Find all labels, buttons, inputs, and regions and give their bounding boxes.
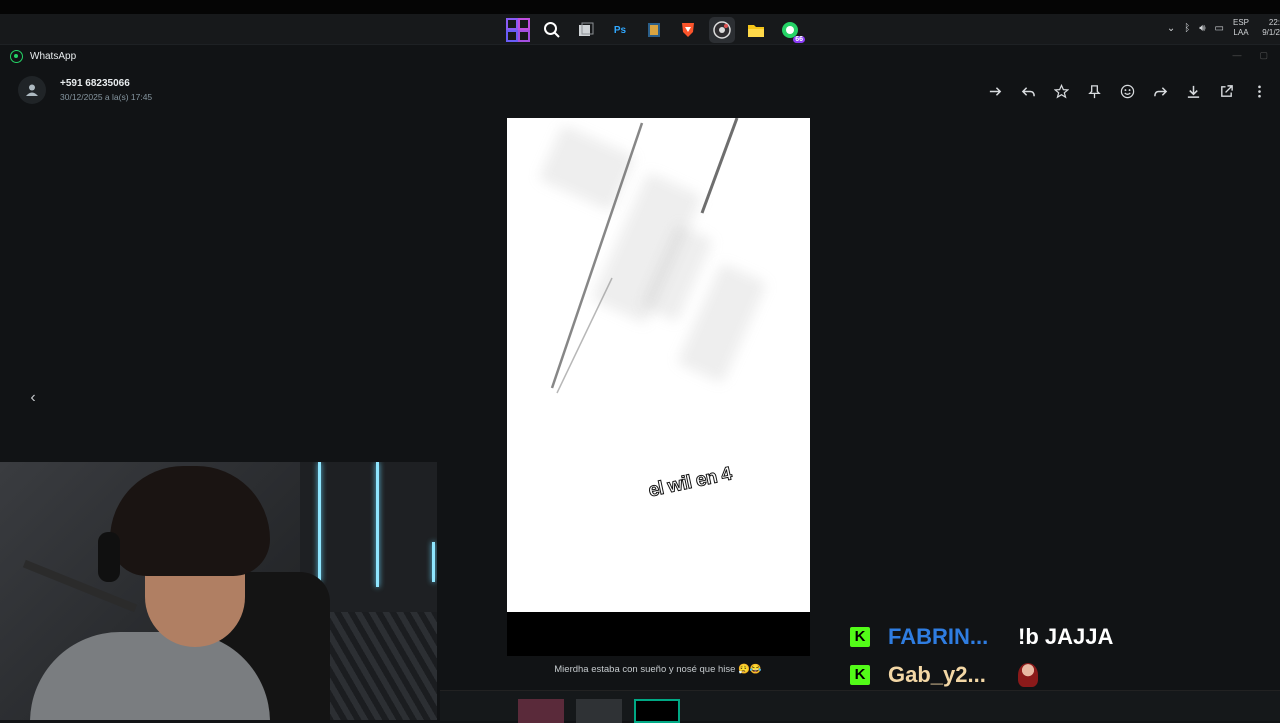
kick-icon: K (850, 665, 870, 685)
photoshop-icon[interactable]: Ps (607, 17, 633, 43)
file-explorer-icon[interactable] (743, 17, 769, 43)
chat-emote-icon (1018, 663, 1038, 687)
media-caption: Mierdha estaba con sueño y nosé que hise… (554, 664, 762, 675)
cam-headset (98, 532, 120, 582)
minimize-icon[interactable]: — (1232, 50, 1241, 61)
media-viewer-header: +591 68235066 30/12/2025 a la(s) 17:45 (18, 76, 152, 104)
media-letterbox (507, 612, 810, 656)
stream-chat-overlay: K FABRIN... !b JAJJA K Gab_y2... (850, 618, 1113, 694)
task-view-icon[interactable] (573, 17, 599, 43)
sender-info: +591 68235066 30/12/2025 a la(s) 17:45 (60, 78, 152, 102)
app-icon[interactable] (641, 17, 667, 43)
media-actions-toolbar (986, 82, 1268, 100)
previous-media-icon[interactable]: ‹ (24, 389, 42, 407)
obs-icon[interactable] (709, 17, 735, 43)
media-thumbnail[interactable] (576, 699, 622, 723)
media-image[interactable] (507, 118, 810, 612)
whatsapp-taskbar-icon[interactable]: 66 (777, 17, 805, 43)
reply-icon[interactable] (1019, 82, 1037, 100)
clock[interactable]: 22: 9/1/2 (1258, 18, 1280, 38)
windows-taskbar: Ps 66 ⌄ ᛒ 🔊︎ ▭ ESP LAA 22: 9/1/2 (0, 0, 1280, 45)
cam-neon-light (376, 462, 379, 587)
app-titlebar: WhatsApp (10, 50, 76, 63)
clock-time: 22: (1268, 18, 1280, 27)
emoji-icon[interactable] (1118, 82, 1136, 100)
clock-date: 9/1/2 (1262, 28, 1280, 37)
media-thumbnail[interactable] (518, 699, 564, 723)
webcam-overlay (0, 462, 437, 720)
unread-badge: 66 (793, 36, 805, 43)
chat-message: K Gab_y2... (850, 656, 1113, 694)
lang-layout: LAA (1233, 28, 1249, 37)
person-icon (26, 84, 38, 96)
volume-icon[interactable]: 🔊︎ (1199, 23, 1205, 34)
media-thumbnail-strip (440, 690, 1280, 723)
avatar[interactable] (18, 76, 46, 104)
chevron-up-icon[interactable]: ⌄ (1167, 23, 1175, 34)
cam-neon-light (318, 462, 321, 582)
forward-icon[interactable] (1151, 82, 1169, 100)
cam-hex-panel (320, 612, 437, 720)
brave-browser-icon[interactable] (675, 17, 701, 43)
media-thumbnail-selected[interactable] (634, 699, 680, 723)
whatsapp-logo-icon (10, 50, 23, 63)
chat-username: Gab_y2... (888, 662, 986, 687)
chat-username: FABRIN... (888, 624, 989, 649)
chat-message: K FABRIN... !b JAJJA (850, 618, 1113, 656)
search-icon[interactable] (539, 17, 565, 43)
lang-code: ESP (1232, 18, 1249, 27)
open-external-icon[interactable] (1217, 82, 1235, 100)
more-options-icon[interactable] (1250, 82, 1268, 100)
cam-person-hair (110, 466, 270, 576)
top-strip (0, 0, 1280, 14)
chat-text: !b JAJJA (1018, 624, 1114, 649)
star-icon[interactable] (1052, 82, 1070, 100)
taskbar-icons: Ps 66 (505, 17, 805, 43)
maximize-icon[interactable]: ▢ (1259, 50, 1268, 61)
system-tray: ⌄ ᛒ 🔊︎ ▭ ESP LAA 22: 9/1/2 (1167, 18, 1280, 38)
pin-icon[interactable] (1085, 82, 1103, 100)
kick-icon: K (850, 627, 870, 647)
cam-neon-light (432, 542, 435, 582)
app-title: WhatsApp (30, 51, 77, 62)
download-icon[interactable] (1184, 82, 1202, 100)
bluetooth-icon[interactable]: ᛒ (1184, 23, 1190, 34)
motion-streaks (550, 118, 739, 394)
window-controls: — ▢ (1232, 50, 1268, 61)
network-icon[interactable]: ▭ (1215, 23, 1224, 34)
message-timestamp: 30/12/2025 a la(s) 17:45 (60, 92, 153, 102)
language-indicator[interactable]: ESP LAA (1233, 18, 1249, 38)
go-to-message-icon[interactable] (986, 82, 1004, 100)
windows-start-icon[interactable] (505, 17, 531, 43)
sender-name[interactable]: +591 68235066 (60, 78, 152, 89)
